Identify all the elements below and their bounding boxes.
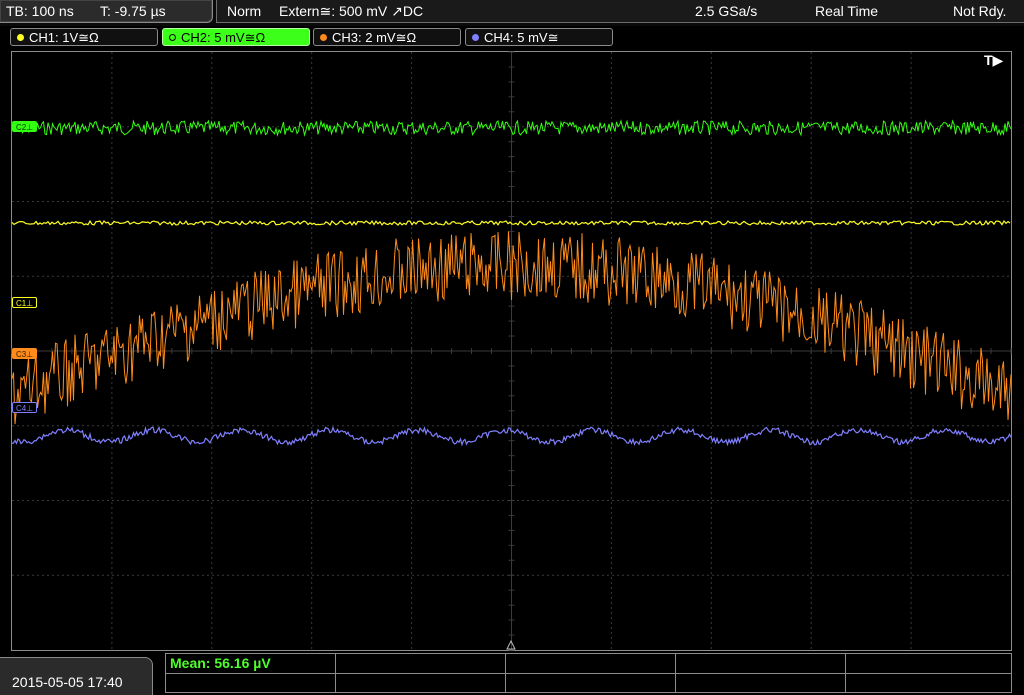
ch3-ground-marker[interactable]: C3⊥ [12, 348, 38, 359]
datetime-text: 2015-05-05 17:40 [12, 674, 123, 690]
measurement-cell[interactable] [506, 654, 676, 692]
measurement-bar[interactable]: Mean: 56.16 µV [165, 653, 1012, 693]
waveform-canvas [11, 51, 1012, 651]
ch1-ground-marker[interactable]: C1⊥ [12, 297, 38, 308]
ch4-ground-marker[interactable]: C4⊥ [12, 402, 38, 413]
datetime-panel: 2015-05-05 17:40 [0, 657, 153, 695]
measurement-cell[interactable] [676, 654, 846, 692]
measurement-cell[interactable] [336, 654, 506, 692]
trigger-marker[interactable]: T▶ [984, 52, 1003, 69]
graticule [11, 51, 1012, 651]
ch2-ground-marker[interactable]: C2⊥ [12, 121, 38, 132]
mean-measurement: Mean: 56.16 µV [170, 655, 271, 671]
